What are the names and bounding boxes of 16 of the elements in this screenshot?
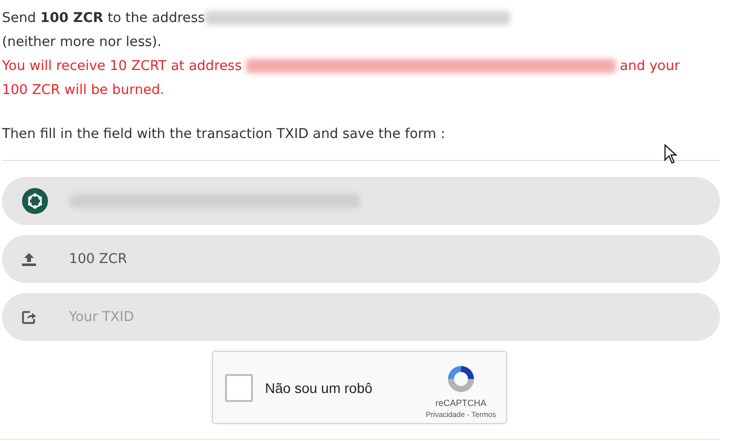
amount-field[interactable]: 100 ZCR xyxy=(2,235,720,283)
captcha-label: Não sou um robô xyxy=(265,380,374,396)
captcha-checkbox[interactable] xyxy=(225,374,253,402)
upload-icon xyxy=(22,252,36,266)
captcha-brand: reCAPTCHA xyxy=(435,398,486,408)
mouse-pointer-icon xyxy=(664,144,678,164)
fill-instruction: Then fill in the field with the transaction TXID and save the form : xyxy=(2,125,446,144)
receive-text: and your xyxy=(620,58,680,74)
burn-note: 100 ZCR will be burned. xyxy=(2,82,164,98)
share-icon xyxy=(22,310,36,324)
receive-instruction: You will receive 10 ZCRT at address xyxy=(2,58,242,74)
send-instruction: Send 100 ZCR to the address xyxy=(2,10,205,26)
coin-logo-icon xyxy=(22,188,48,214)
send-note: (neither more nor less). xyxy=(2,34,162,50)
address-field[interactable] xyxy=(2,177,720,225)
txid-input[interactable]: Your TXID xyxy=(69,309,569,325)
